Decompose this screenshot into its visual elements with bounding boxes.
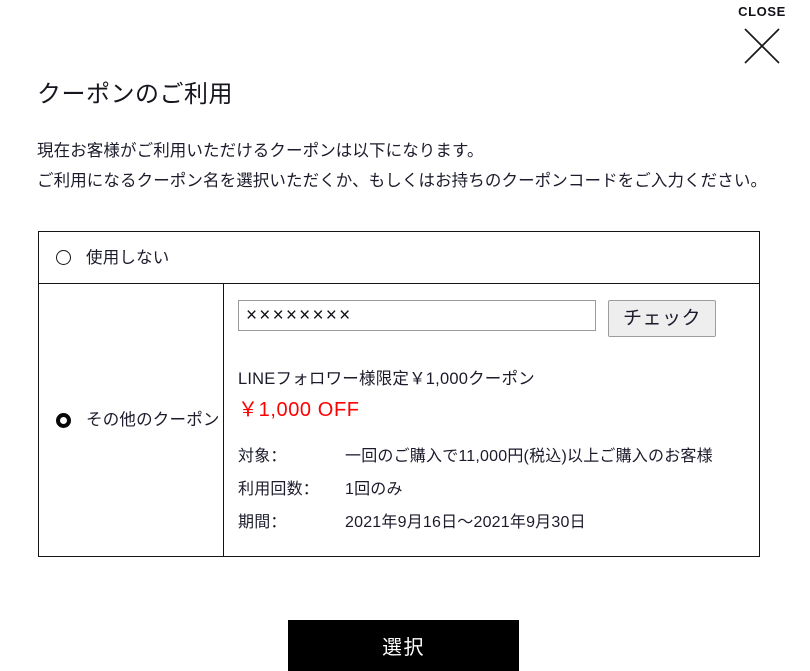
radio-cell-no-use[interactable]: 使用しない [39,232,759,283]
description-line-2: ご利用になるクーポン名を選択いただくか、もしくはお持ちのクーポンコードをご入力く… [37,172,768,190]
term-label-period: 期間： [238,514,287,531]
close-x-icon [744,28,780,64]
coupon-code-input[interactable] [238,300,596,331]
check-button[interactable]: チェック [608,300,717,337]
radio-label-no-use: 使用しない [86,248,170,267]
term-label-usage-count: 利用回数： [238,481,320,498]
description: 現在お客様がご利用いただけるクーポンは以下になります。 ご利用になるクーポン名を… [37,136,767,196]
term-label-target: 対象： [238,448,287,465]
radio-other-coupon[interactable] [56,412,71,428]
coupon-option-row-no-use[interactable]: 使用しない [39,232,759,283]
radio-label-other-coupon: その他のクーポン [86,411,220,429]
term-row-usage-count: 利用回数： 1回のみ [238,479,759,501]
select-button[interactable]: 選択 [288,620,519,671]
close-button[interactable]: CLOSE [730,4,794,67]
coupon-detail-cell: チェック LINEフォロワー様限定￥1,000クーポン ￥1,000 OFF 対… [224,284,759,556]
coupon-terms-list: 対象： 一回のご購入で11,000円(税込)以上ご購入のお客様 利用回数： 1回… [238,446,759,534]
page-title: クーポンのご利用 [37,81,233,108]
term-value-usage-count: 1回のみ [345,481,403,498]
coupon-option-row-other[interactable]: その他のクーポン チェック LINEフォロワー様限定￥1,000クーポン ￥1,… [39,283,759,556]
close-label: CLOSE [738,4,786,19]
term-row-target: 対象： 一回のご購入で11,000円(税込)以上ご購入のお客様 [238,446,759,468]
radio-no-use[interactable] [56,250,71,265]
term-value-target: 一回のご購入で11,000円(税込)以上ご購入のお客様 [345,448,713,465]
description-line-1: 現在お客様がご利用いただけるクーポンは以下になります。 [37,142,484,160]
term-row-period: 期間： 2021年9月16日〜2021年9月30日 [238,512,759,534]
radio-cell-other-coupon[interactable]: その他のクーポン [39,284,224,556]
coupon-discount-amount: ￥1,000 OFF [238,399,360,421]
coupon-name: LINEフォロワー様限定￥1,000クーポン [238,370,535,388]
term-value-period: 2021年9月16日〜2021年9月30日 [345,514,586,531]
coupon-options-table: 使用しない その他のクーポン チェック LINEフォロワー様限定￥1,000クー… [38,231,760,557]
coupon-code-line: チェック [238,300,759,337]
